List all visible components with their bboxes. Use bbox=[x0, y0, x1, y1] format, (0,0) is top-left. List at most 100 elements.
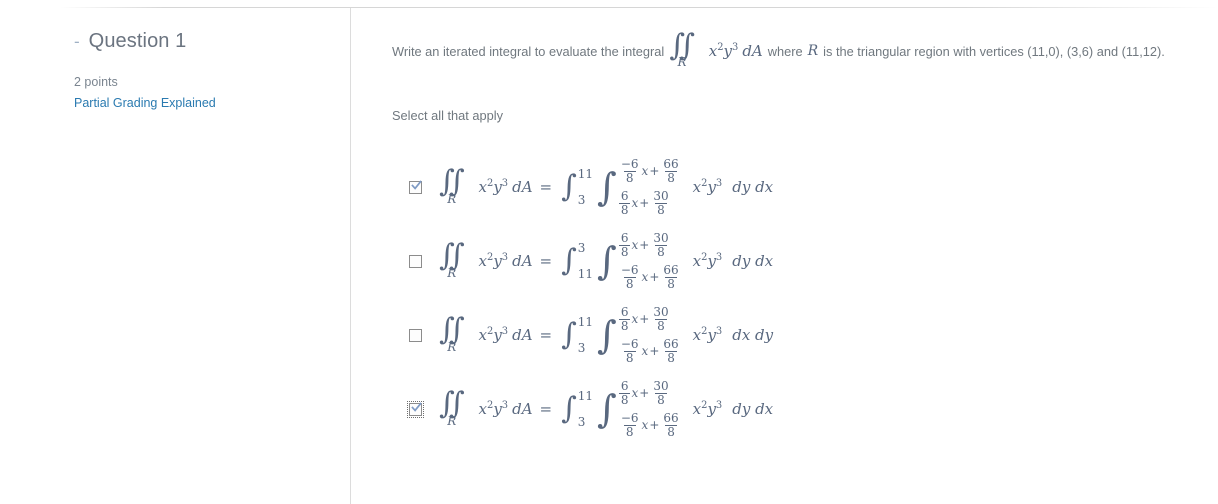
fraction-numerator: 6 bbox=[620, 379, 629, 394]
lower-constant-fraction: 66 8 bbox=[661, 338, 680, 364]
integrand-x: x bbox=[692, 177, 702, 196]
lower-variable: x bbox=[631, 196, 639, 211]
fraction-denominator: 8 bbox=[623, 424, 636, 439]
fraction-numerator: 6 bbox=[620, 189, 629, 204]
outer-upper-limit: 3 bbox=[577, 241, 586, 256]
fraction-denominator: 8 bbox=[655, 202, 667, 217]
outer-upper-limit: 11 bbox=[577, 389, 594, 404]
differentials: dx dy bbox=[732, 325, 774, 344]
select-all-instruction: Select all that apply bbox=[392, 108, 503, 124]
double-integral-glyph: ∬ bbox=[439, 386, 464, 422]
integrand-y-exponent: 3 bbox=[501, 399, 509, 411]
prompt-integrand: x2y3 bbox=[709, 41, 739, 60]
question-points: 2 points bbox=[74, 75, 118, 89]
lower-constant-fraction: 66 8 bbox=[661, 412, 680, 438]
integrand-y: y bbox=[493, 251, 502, 270]
outer-lower-limit: 3 bbox=[577, 341, 586, 356]
integrand-y: y bbox=[723, 41, 733, 60]
integrand-x: x bbox=[478, 177, 488, 196]
lhs-integrand: x2y3 bbox=[479, 399, 509, 417]
double-integral-symbol: ∬ R bbox=[439, 238, 465, 278]
fraction-numerator: −6 bbox=[620, 263, 639, 278]
answer-checkbox-1[interactable] bbox=[409, 180, 422, 194]
integral-glyph: ∫ bbox=[597, 238, 617, 283]
upper-constant-fraction: 30 8 bbox=[651, 306, 670, 332]
fraction-numerator: 66 bbox=[663, 263, 679, 278]
answer-checkbox-2[interactable] bbox=[409, 254, 422, 268]
answer-option[interactable]: ∬ R x2y3 dA = ∫ 11 3 ∫ bbox=[392, 150, 1218, 224]
double-integral-region-subscript: R bbox=[447, 191, 457, 206]
integrand-y: y bbox=[493, 325, 502, 344]
double-integral-region-subscript: R bbox=[677, 55, 687, 70]
prompt-integral-expression: ∬ R x2y3 dA bbox=[669, 28, 763, 70]
fraction-numerator: 30 bbox=[653, 189, 669, 204]
integrand-y: y bbox=[707, 399, 716, 418]
answer-checkbox-3[interactable] bbox=[409, 328, 422, 342]
fraction-numerator: 30 bbox=[653, 231, 669, 246]
integrand-y-exponent: 3 bbox=[501, 251, 509, 263]
fraction-denominator: 8 bbox=[665, 276, 677, 291]
inner-integral-limits: 6 8 x +30 8 −6 8 x +66 8 bbox=[618, 232, 682, 290]
inner-upper-limit: −6 8 x +66 8 bbox=[618, 158, 682, 184]
double-integral-symbol: ∬ R bbox=[439, 386, 465, 426]
outer-lower-limit: 3 bbox=[577, 193, 586, 208]
fraction-numerator: 66 bbox=[663, 411, 679, 426]
outer-integral-3: ∫ 11 3 bbox=[561, 316, 593, 354]
fraction-numerator: 66 bbox=[663, 157, 679, 172]
upper-coefficient-fraction: 68 bbox=[618, 306, 631, 332]
differentials: dy dx bbox=[732, 399, 774, 418]
answer-option[interactable]: ∬ R x2y3 dA = ∫ 11 3 ∫ bbox=[392, 298, 1218, 372]
integral-glyph: ∫ bbox=[561, 243, 577, 279]
double-integral-glyph: ∬ bbox=[669, 28, 694, 63]
differentials: dy dx bbox=[732, 177, 774, 196]
plus-sign: + bbox=[639, 312, 650, 327]
inner-lower-limit: −6 8 x +66 8 bbox=[618, 338, 682, 364]
collapse-toggle-icon[interactable]: - bbox=[74, 33, 80, 50]
outer-integral-limits: 3 11 bbox=[578, 242, 593, 280]
equals-sign: = bbox=[539, 177, 553, 196]
plus-sign: + bbox=[639, 196, 650, 211]
equals-sign: = bbox=[539, 325, 553, 344]
fraction-denominator: 8 bbox=[623, 350, 636, 365]
upper-constant-fraction: 66 8 bbox=[661, 158, 680, 184]
outer-upper-limit: 11 bbox=[577, 315, 594, 330]
upper-variable: x bbox=[631, 312, 639, 327]
partial-grading-explained-link[interactable]: Partial Grading Explained bbox=[74, 96, 216, 110]
prompt-tail-text-2: is the triangular region with vertices (… bbox=[823, 43, 1165, 59]
fraction-numerator: 6 bbox=[620, 231, 629, 246]
equals-sign: = bbox=[539, 399, 553, 418]
double-integral-symbol: ∬ R bbox=[669, 28, 695, 70]
inner-lower-limit: −6 8 x +66 8 bbox=[618, 412, 682, 438]
checkmark-icon bbox=[411, 180, 422, 191]
answer-option[interactable]: ∬ R x2y3 dA = ∫ 11 3 ∫ bbox=[392, 372, 1218, 446]
answer-expression-2: ∬ R x2y3 dA = ∫ 3 11 ∫ 6 8 x + 30 8 −6 8… bbox=[439, 232, 773, 290]
double-integral-region-subscript: R bbox=[447, 339, 457, 354]
question-page: - Question 1 2 points Partial Grading Ex… bbox=[0, 0, 1218, 504]
double-integral-symbol: ∬ R bbox=[439, 314, 465, 354]
lhs-measure: dA bbox=[512, 251, 533, 270]
plus-sign: + bbox=[649, 270, 660, 285]
fraction-denominator: 8 bbox=[623, 170, 636, 185]
integral-glyph: ∫ bbox=[597, 386, 617, 431]
lhs-measure: dA bbox=[512, 399, 533, 418]
lhs-measure: dA bbox=[512, 325, 533, 344]
fraction-denominator: 8 bbox=[618, 202, 631, 217]
integrand-x: x bbox=[692, 325, 702, 344]
answer-checkbox-4[interactable] bbox=[407, 400, 424, 418]
prompt-lead-text: Write an iterated integral to evaluate t… bbox=[392, 43, 665, 59]
integrand-y-exponent: 3 bbox=[715, 325, 723, 337]
fraction-denominator: 8 bbox=[655, 392, 667, 407]
prompt-region-symbol: R bbox=[807, 43, 819, 60]
rhs-integrand: x2y3 bbox=[692, 325, 723, 344]
differentials: dy dx bbox=[732, 251, 774, 270]
question-meta-column: - Question 1 2 points Partial Grading Ex… bbox=[0, 8, 350, 504]
plus-sign: + bbox=[649, 164, 660, 179]
answer-expression-1: ∬ R x2y3 dA = ∫ 11 3 ∫ −6 8 x + 66 8 6 8… bbox=[439, 158, 773, 216]
inner-integral-limits: 6 8 x +30 8 −6 8 x +66 8 bbox=[618, 306, 682, 364]
upper-constant-fraction: 30 8 bbox=[651, 380, 670, 406]
fraction-numerator: 30 bbox=[653, 379, 669, 394]
inner-lower-limit: 6 8 x +30 8 bbox=[618, 190, 682, 216]
answer-option[interactable]: ∬ R x2y3 dA = ∫ 3 11 ∫ 6 8 x + 30 8 −6 8… bbox=[392, 224, 1218, 298]
double-integral-glyph: ∬ bbox=[439, 238, 464, 274]
rhs-integrand: x2y3 bbox=[693, 399, 723, 418]
